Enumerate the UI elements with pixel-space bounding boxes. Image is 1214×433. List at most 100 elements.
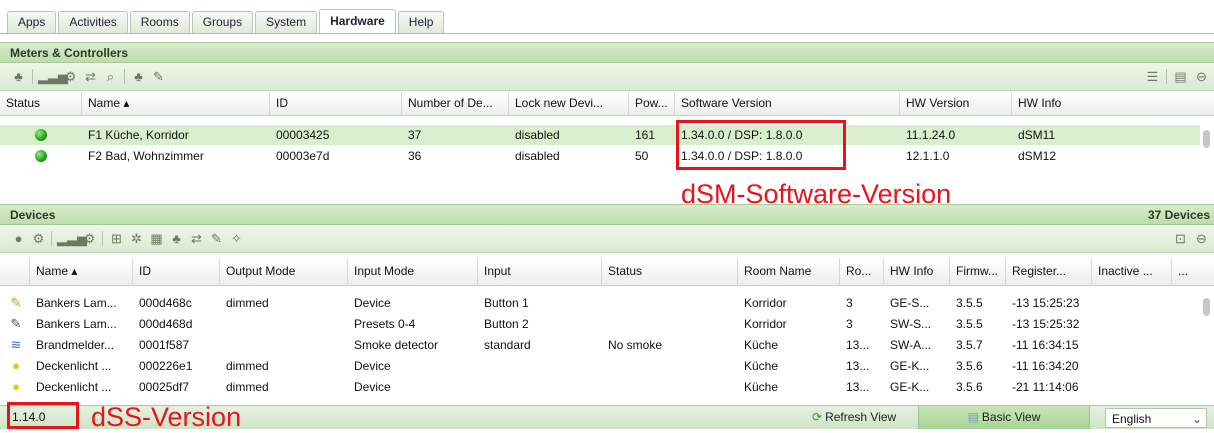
toolbar-separator: [32, 69, 33, 84]
status-online-icon: [35, 150, 47, 162]
basic-view-label: Basic View: [981, 410, 1041, 424]
devices-grid-header: Name ▴ ID Output Mode Input Mode Input S…: [0, 258, 1214, 286]
collapse-icon[interactable]: ⊖: [1193, 230, 1210, 247]
tab-apps[interactable]: Apps: [7, 11, 57, 33]
status-online-icon: [35, 129, 47, 141]
col-room-name[interactable]: Room Name: [738, 258, 840, 285]
device-row[interactable]: ● Deckenlicht ... 000226e1 dimmed Device…: [0, 356, 1200, 376]
device-input-mode: Device: [354, 296, 391, 310]
device-row[interactable]: ● Deckenlicht ... 00025df7 dimmed Device…: [0, 377, 1200, 404]
refresh-view-button[interactable]: ⟳ Refresh View: [812, 406, 896, 429]
collapse-icon[interactable]: ⊖: [1193, 68, 1210, 85]
device-room-name: Küche: [744, 338, 779, 352]
device-wand-icon[interactable]: ✧: [228, 230, 245, 247]
meters-scrollbar[interactable]: [1203, 130, 1210, 148]
col-inactive[interactable]: Inactive ...: [1092, 258, 1172, 285]
device-room: 3: [846, 317, 853, 331]
device-tree-icon[interactable]: ⊞: [108, 230, 125, 247]
col-input[interactable]: Input: [478, 258, 602, 285]
light-icon: ●: [12, 379, 20, 394]
device-registered: -13 15:25:23: [1012, 296, 1080, 310]
device-room: 3: [846, 296, 853, 310]
col-status[interactable]: Status: [0, 92, 82, 115]
col-id[interactable]: ID: [270, 92, 402, 115]
device-light-icon[interactable]: ●: [10, 230, 27, 247]
device-input: standard: [484, 338, 531, 352]
tab-hardware[interactable]: Hardware: [319, 9, 396, 33]
toolbar-separator: [1166, 69, 1167, 84]
device-name: Bankers Lam...: [36, 317, 117, 331]
col-hw-version[interactable]: HW Version: [900, 92, 1012, 115]
meter-edit-icon[interactable]: ✎: [150, 68, 167, 85]
basic-view-button[interactable]: ▤ Basic View: [918, 406, 1090, 429]
signal-strength-icon[interactable]: ▂▃▅: [38, 68, 68, 85]
find-icon[interactable]: ♣: [10, 68, 27, 85]
col-power[interactable]: Pow...: [629, 92, 675, 115]
device-settings-icon[interactable]: ⚙: [30, 230, 47, 247]
col-number-of-devices[interactable]: Number of De...: [402, 92, 509, 115]
device-status: [602, 356, 738, 376]
device-row[interactable]: ≋ Brandmelder... 0001f587 Smoke detector…: [0, 335, 1200, 355]
device-input-mode: Smoke detector: [354, 338, 439, 352]
col-name[interactable]: Name ▴: [30, 258, 133, 285]
meter-id: 00003425: [276, 128, 330, 142]
device-row[interactable]: ✎ Bankers Lam... 000d468c dimmed Device …: [0, 293, 1200, 313]
export-icon[interactable]: ▤: [1172, 68, 1189, 85]
device-registered: -13 15:25:32: [1012, 317, 1080, 331]
meter-search-icon[interactable]: ⌕: [102, 68, 119, 85]
language-value: English: [1112, 412, 1152, 426]
tab-rooms[interactable]: Rooms: [129, 11, 190, 33]
col-software-version[interactable]: Software Version: [675, 92, 900, 115]
meter-row[interactable]: F1 Küche, Korridor 00003425 37 disabled …: [0, 125, 1200, 145]
device-signal-icon[interactable]: ▂▃▅: [57, 230, 87, 247]
device-hw-info: GE-S...: [890, 296, 930, 310]
col-name[interactable]: Name ▴: [82, 92, 270, 115]
col-input-mode[interactable]: Input Mode: [348, 258, 478, 285]
device-output-mode: [220, 314, 348, 334]
col-registered[interactable]: Register...: [1006, 258, 1092, 285]
meter-device-count: 36: [408, 149, 422, 163]
col-output-mode[interactable]: Output Mode: [220, 258, 348, 285]
device-row[interactable]: ✎ Bankers Lam... 000d468d Presets 0-4 Bu…: [0, 314, 1200, 334]
col-room[interactable]: Ro...: [840, 258, 884, 285]
meter-refresh-icon[interactable]: ⇄: [82, 68, 99, 85]
tab-activities[interactable]: Activities: [58, 11, 128, 33]
meter-settings-icon[interactable]: ⚙: [62, 68, 79, 85]
device-find-icon[interactable]: ♣: [168, 230, 185, 247]
col-hw-info[interactable]: HW Info: [1012, 92, 1202, 115]
meter-row[interactable]: F2 Bad, Wohnzimmer 00003e7d 36 disabled …: [0, 146, 1200, 166]
col-more[interactable]: ...: [1172, 258, 1200, 285]
tab-help[interactable]: Help: [397, 11, 445, 33]
devices-scrollbar[interactable]: [1203, 298, 1210, 316]
device-room: 13...: [846, 359, 870, 373]
device-hw-info: GE-K...: [890, 359, 930, 373]
col-firmware[interactable]: Firmw...: [950, 258, 1006, 285]
device-config-icon[interactable]: ⚙: [81, 230, 98, 247]
col-hw-info[interactable]: HW Info: [884, 258, 950, 285]
device-edit-icon[interactable]: ✎: [208, 230, 225, 247]
device-list-icon[interactable]: ▦: [148, 230, 165, 247]
col-id[interactable]: ID: [133, 258, 220, 285]
tab-system[interactable]: System: [255, 11, 318, 33]
meter-find-icon[interactable]: ♣: [130, 68, 147, 85]
device-input-mode: Presets 0-4: [354, 317, 416, 331]
refresh-view-label: Refresh View: [825, 410, 897, 424]
device-sync-icon[interactable]: ⇄: [188, 230, 205, 247]
dss-version-highlight: [7, 402, 79, 429]
device-firmware: 3.5.7: [956, 338, 983, 352]
col-lock-new-devices[interactable]: Lock new Devi...: [509, 92, 629, 115]
device-hw-info: GE-K...: [890, 380, 930, 394]
language-select[interactable]: English ⌄: [1105, 408, 1207, 428]
meter-hw-version: 11.1.24.0: [906, 128, 956, 142]
meter-hw-info: dSM12: [1018, 149, 1057, 163]
column-chooser-icon[interactable]: ☰: [1144, 68, 1161, 85]
device-id: 000d468c: [139, 296, 192, 310]
meter-hw-version: 12.1.1.0: [906, 149, 950, 163]
tab-groups[interactable]: Groups: [191, 11, 254, 33]
device-name: Deckenlicht ...: [36, 359, 112, 373]
device-gears-icon[interactable]: ✲: [128, 230, 145, 247]
lock-icon[interactable]: ⊡: [1172, 230, 1189, 247]
col-status[interactable]: Status: [602, 258, 738, 285]
device-output-mode: [220, 335, 348, 355]
device-input: [478, 377, 602, 397]
